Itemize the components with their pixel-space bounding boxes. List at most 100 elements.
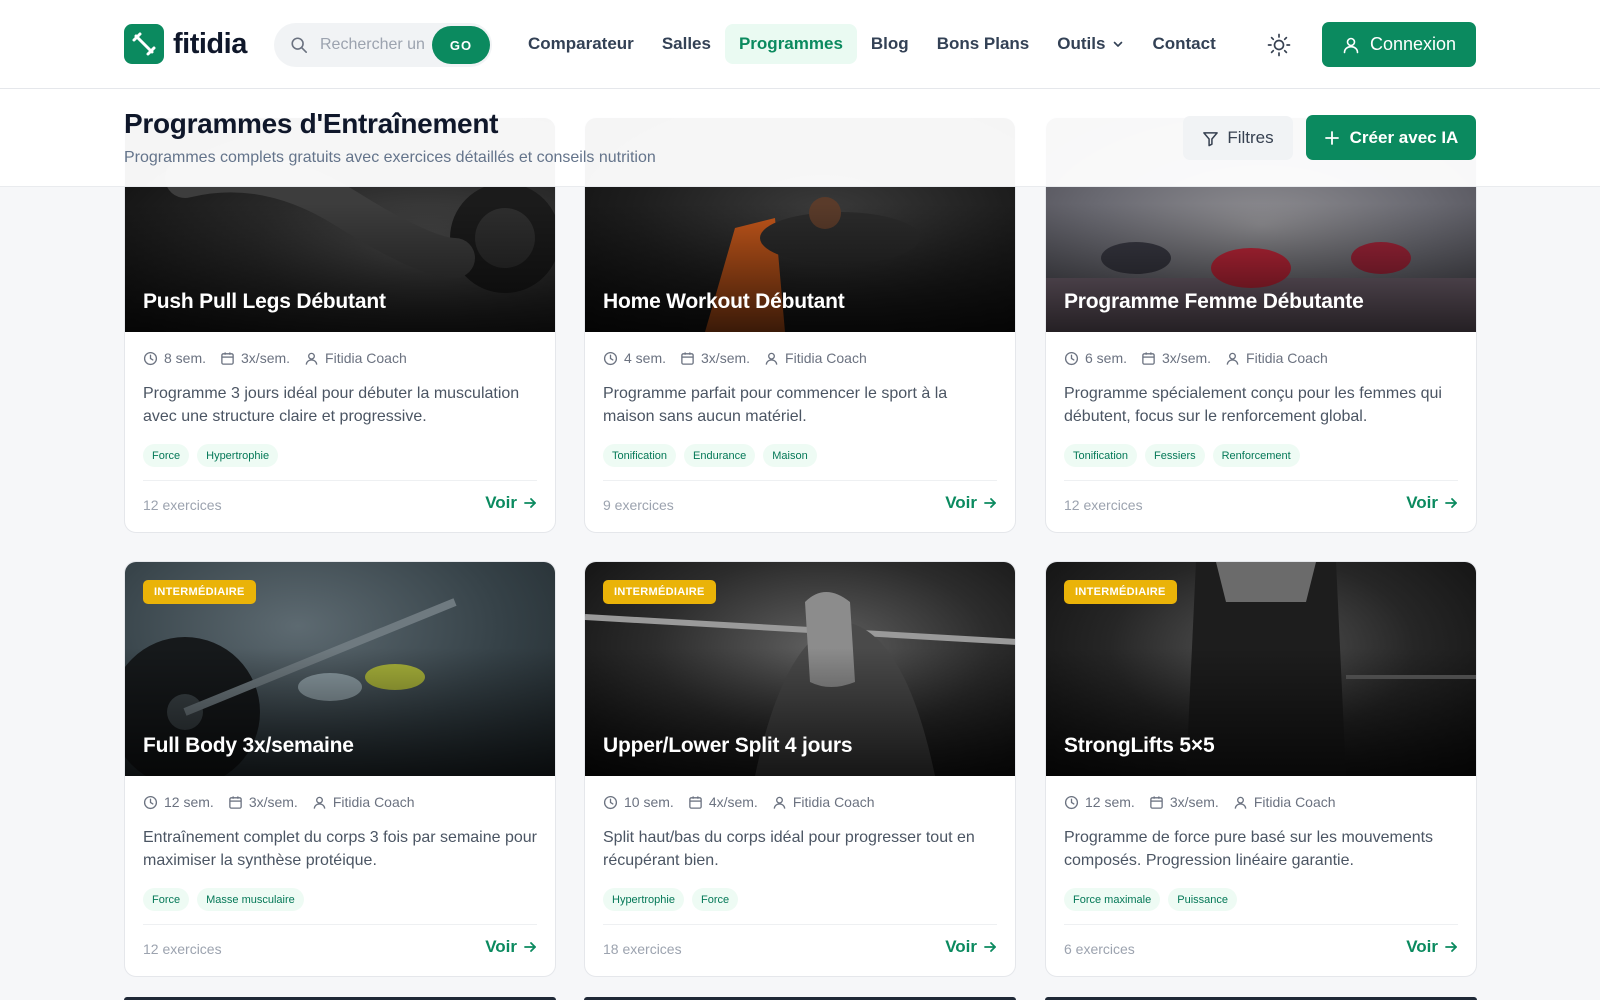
meta-coach: Fitidia Coach xyxy=(304,350,407,366)
program-description: Programme parfait pour commencer le spor… xyxy=(603,385,948,425)
coach-text: Fitidia Coach xyxy=(792,794,875,810)
nav-item-bons-plans[interactable]: Bons Plans xyxy=(923,24,1044,64)
program-title: Home Workout Débutant xyxy=(603,290,845,313)
program-description: Programme 3 jours idéal pour débuter la … xyxy=(143,385,520,425)
calendar-icon xyxy=(1142,351,1155,365)
nav-item-contact[interactable]: Contact xyxy=(1138,24,1229,64)
meta-frequency: 3x/sem. xyxy=(1149,794,1219,810)
search-go-button[interactable]: GO xyxy=(432,26,490,64)
exercise-count: 6 exercices xyxy=(1064,941,1135,957)
program-tags: Force Hypertrophie xyxy=(143,444,279,467)
exercise-count: 12 exercices xyxy=(143,497,222,513)
duration-text: 12 sem. xyxy=(1085,794,1135,810)
program-card[interactable]: INTERMÉDIAIRE StrongLifts 5×5 12 sem. 3x… xyxy=(1045,561,1477,977)
meta-frequency: 3x/sem. xyxy=(220,350,290,366)
user-icon xyxy=(313,796,326,809)
card-divider xyxy=(1064,924,1458,925)
level-badge: INTERMÉDIAIRE xyxy=(1064,580,1177,604)
clock-icon xyxy=(603,795,618,809)
filters-button-label: Filtres xyxy=(1227,128,1274,147)
brand-logo[interactable]: fitidia xyxy=(124,24,247,64)
tag: Hypertrophie xyxy=(603,888,684,911)
exercise-count: 12 exercices xyxy=(1064,497,1143,513)
coach-text: Fitidia Coach xyxy=(785,350,867,366)
program-title: Push Pull Legs Débutant xyxy=(143,290,386,313)
tag: Tonification xyxy=(603,444,677,467)
user-icon xyxy=(765,352,778,365)
view-link-label: Voir xyxy=(1406,937,1438,956)
frequency-text: 3x/sem. xyxy=(248,794,298,810)
create-ai-button[interactable]: Créer avec IA xyxy=(1306,115,1476,160)
tag: Masse musculaire xyxy=(197,888,304,911)
card-divider xyxy=(143,480,537,481)
meta-frequency: 4x/sem. xyxy=(688,794,758,810)
exercise-count: 18 exercices xyxy=(603,941,682,957)
page-subtitle: Programmes complets gratuits avec exerci… xyxy=(124,149,656,166)
coach-text: Fitidia Coach xyxy=(1253,794,1336,810)
page-title: Programmes d'Entraînement xyxy=(124,108,499,139)
tag: Force xyxy=(143,444,190,467)
nav-item-outils[interactable]: Outils xyxy=(1043,24,1138,64)
arrow-right-icon xyxy=(524,942,536,952)
program-title: Full Body 3x/semaine xyxy=(143,734,354,757)
arrow-right-icon xyxy=(984,498,996,508)
duration-text: 12 sem. xyxy=(164,794,214,810)
program-description: Programme spécialement conçu pour les fe… xyxy=(1064,385,1442,425)
duration-text: 4 sem. xyxy=(624,350,667,366)
view-program-link[interactable]: Voir xyxy=(485,937,537,957)
clock-icon xyxy=(1064,351,1079,365)
program-tags: Force Masse musculaire xyxy=(143,888,304,911)
view-program-link[interactable]: Voir xyxy=(1406,493,1458,513)
meta-frequency: 3x/sem. xyxy=(228,794,298,810)
tag: Tonification xyxy=(1064,444,1138,467)
duration-text: 8 sem. xyxy=(164,350,207,366)
meta-duration: 12 sem. xyxy=(143,794,214,810)
meta-frequency: 3x/sem. xyxy=(1141,350,1211,366)
view-link-label: Voir xyxy=(485,493,517,512)
nav-item-programmes[interactable]: Programmes xyxy=(724,24,857,64)
level-badge: INTERMÉDIAIRE xyxy=(603,580,716,604)
filters-button[interactable]: Filtres xyxy=(1183,116,1293,160)
tag: Force xyxy=(691,888,739,911)
view-program-link[interactable]: Voir xyxy=(485,493,537,513)
program-description: Entraînement complet du corps 3 fois par… xyxy=(143,829,537,869)
view-link-label: Voir xyxy=(945,937,977,956)
meta-duration: 12 sem. xyxy=(1064,794,1135,810)
view-program-link[interactable]: Voir xyxy=(1406,937,1458,957)
program-description: Split haut/bas du corps idéal pour progr… xyxy=(603,829,975,869)
program-meta: 6 sem. 3x/sem. Fitidia Coach xyxy=(1064,350,1342,366)
coach-text: Fitidia Coach xyxy=(325,350,407,366)
program-tags: Force maximale Puissance xyxy=(1064,888,1238,911)
meta-coach: Fitidia Coach xyxy=(312,794,415,810)
tag: Endurance xyxy=(684,444,756,467)
card-divider xyxy=(603,924,997,925)
duration-text: 10 sem. xyxy=(624,794,674,810)
nav-item-comparateur[interactable]: Comparateur xyxy=(514,24,648,64)
arrow-right-icon xyxy=(984,942,996,952)
program-meta: 10 sem. 4x/sem. Fitidia Coach xyxy=(603,794,889,810)
frequency-text: 3x/sem. xyxy=(1162,350,1212,366)
view-program-link[interactable]: Voir xyxy=(945,493,997,513)
arrow-right-icon xyxy=(1445,498,1457,508)
program-card[interactable]: INTERMÉDIAIRE Upper/Lower Split 4 jours … xyxy=(584,561,1016,977)
program-tags: Tonification Fessiers Renforcement xyxy=(1064,444,1300,467)
nav-item-blog[interactable]: Blog xyxy=(857,24,923,64)
tag: Renforcement xyxy=(1212,444,1300,467)
chevron-down-icon xyxy=(1114,41,1123,47)
login-button[interactable]: Connexion xyxy=(1322,22,1476,67)
nav-item-outils-label: Outils xyxy=(1057,34,1106,53)
meta-duration: 10 sem. xyxy=(603,794,674,810)
clock-icon xyxy=(143,351,158,365)
calendar-icon xyxy=(1150,795,1163,809)
tag: Hypertrophie xyxy=(197,444,279,467)
search-input[interactable] xyxy=(320,36,432,54)
duration-text: 6 sem. xyxy=(1085,350,1128,366)
program-card[interactable]: INTERMÉDIAIRE Full Body 3x/semaine 12 se… xyxy=(124,561,556,977)
nav-item-salles[interactable]: Salles xyxy=(648,24,725,64)
meta-coach: Fitidia Coach xyxy=(764,350,867,366)
tag: Maison xyxy=(763,444,817,467)
view-program-link[interactable]: Voir xyxy=(945,937,997,957)
view-link-label: Voir xyxy=(1406,493,1438,512)
clock-icon xyxy=(603,351,618,365)
sun-icon[interactable] xyxy=(1266,32,1292,58)
